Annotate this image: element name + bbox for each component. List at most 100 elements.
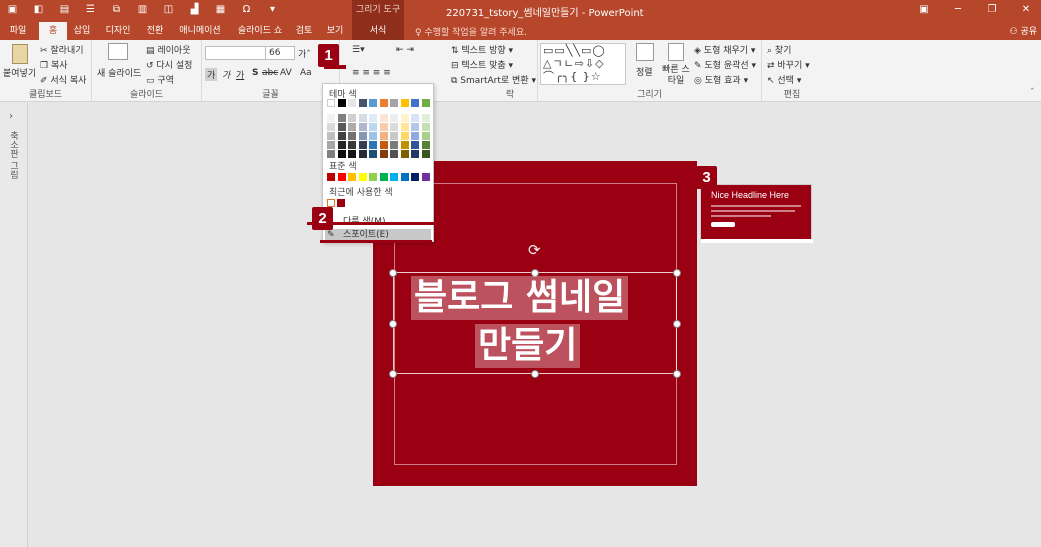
theme-color-swatch[interactable] — [369, 132, 377, 140]
grow-font-icon[interactable]: 가ˆ — [298, 47, 311, 60]
text-direction-button[interactable]: ⇅ 텍스트 방향 ▾ — [451, 43, 513, 56]
theme-color-swatch[interactable] — [411, 132, 419, 140]
close-icon[interactable]: ✕ — [1019, 3, 1033, 16]
standard-color-swatch[interactable] — [411, 173, 419, 181]
rotate-handle-icon[interactable]: ⟳ — [528, 241, 541, 259]
resize-handle[interactable] — [531, 370, 539, 378]
paste-icon[interactable] — [12, 44, 28, 64]
theme-color-swatch[interactable] — [358, 132, 367, 140]
theme-color-swatch[interactable] — [337, 132, 346, 140]
theme-color-swatch[interactable] — [421, 114, 430, 122]
theme-color-swatch[interactable] — [348, 123, 356, 131]
theme-color-swatch[interactable] — [421, 132, 430, 140]
find-button[interactable]: ⌕ 찾기 — [767, 43, 791, 56]
paste-button[interactable]: 붙여넣기 — [3, 66, 36, 79]
theme-color-swatch[interactable] — [327, 141, 335, 149]
select-button[interactable]: ↖ 선택 ▾ — [767, 73, 801, 86]
theme-color-swatch[interactable] — [348, 99, 356, 107]
resize-handle[interactable] — [673, 370, 681, 378]
arrange-icon[interactable] — [636, 43, 654, 61]
theme-color-swatch[interactable] — [379, 150, 388, 158]
change-case-button[interactable]: Aa — [300, 68, 312, 78]
bold-button[interactable]: 가 — [205, 68, 218, 81]
strikethrough-button[interactable]: abc — [262, 68, 278, 78]
theme-color-swatch[interactable] — [358, 99, 367, 107]
smartart-button[interactable]: ⧉ SmartArt로 변환 ▾ — [451, 73, 536, 86]
standard-color-swatch[interactable] — [400, 173, 409, 181]
new-slide-button[interactable]: 새 슬라이드 — [97, 66, 141, 79]
distribute-icon[interactable]: ⧉ — [110, 3, 123, 16]
theme-color-swatch[interactable] — [421, 123, 430, 131]
standard-color-swatch[interactable] — [390, 173, 398, 181]
char-spacing-button[interactable]: AV — [280, 68, 292, 78]
resize-handle[interactable] — [673, 320, 681, 328]
shapes-gallery[interactable]: ▭▭╲╲▭◯ △ㄱㄴ⇨⇩◇ ⌒╭╮{ }☆ — [540, 43, 626, 85]
resize-handle[interactable] — [673, 269, 681, 277]
theme-color-swatch[interactable] — [379, 141, 388, 149]
shape-fill-button[interactable]: ◈ 도형 채우기 ▾ — [694, 43, 755, 56]
resize-handle[interactable] — [389, 370, 397, 378]
theme-color-swatch[interactable] — [337, 99, 346, 107]
replace-button[interactable]: ⇄ 바꾸기 ▾ — [767, 58, 810, 71]
cut-button[interactable]: ✂ 잘라내기 — [40, 43, 84, 56]
shape-effects-button[interactable]: ◎ 도형 효과 ▾ — [694, 73, 748, 86]
theme-color-swatch[interactable] — [337, 123, 346, 131]
font-size-field[interactable]: 66 — [265, 46, 295, 60]
theme-color-swatch[interactable] — [390, 99, 398, 107]
tab-insert[interactable]: 삽입 — [70, 22, 94, 40]
format-painter-button[interactable]: ✐ 서식 복사 — [40, 73, 86, 86]
theme-color-swatch[interactable] — [369, 141, 377, 149]
theme-color-swatch[interactable] — [348, 114, 356, 122]
tab-animations[interactable]: 애니메이션 — [175, 22, 225, 40]
ribbon-display-icon[interactable]: ▣ — [917, 3, 931, 16]
recent-color-swatch[interactable] — [337, 199, 345, 207]
standard-color-swatch[interactable] — [348, 173, 356, 181]
shape-outline-button[interactable]: ✎ 도형 윤곽선 ▾ — [694, 58, 756, 71]
standard-color-swatch[interactable] — [379, 173, 388, 181]
tab-view[interactable]: 보기 — [323, 22, 347, 40]
thumbnail-pane[interactable]: › 축소판 그림 — [0, 103, 28, 547]
underline-button[interactable]: 가 — [236, 68, 244, 81]
theme-color-swatch[interactable] — [400, 132, 409, 140]
theme-color-swatch[interactable] — [327, 123, 335, 131]
tab-transitions[interactable]: 전환 — [141, 22, 169, 40]
tab-home[interactable]: 홈 — [39, 22, 67, 40]
theme-color-swatch[interactable] — [327, 114, 335, 122]
standard-color-swatch[interactable] — [327, 173, 335, 181]
quick-styles-icon[interactable] — [668, 43, 684, 61]
theme-color-swatch[interactable] — [400, 99, 409, 107]
standard-color-swatch[interactable] — [369, 173, 377, 181]
reset-button[interactable]: ↺ 다시 설정 — [146, 58, 192, 71]
theme-color-swatch[interactable] — [327, 150, 335, 158]
theme-color-swatch[interactable] — [390, 132, 398, 140]
shapes-icon[interactable]: ◧ — [32, 3, 45, 16]
theme-color-swatch[interactable] — [369, 99, 377, 107]
flip-icon[interactable]: ◫ — [162, 3, 175, 16]
indent-icon[interactable]: ⇤ ⇥ — [396, 45, 414, 55]
theme-color-swatch[interactable] — [379, 123, 388, 131]
shadow-button[interactable]: S — [252, 68, 258, 78]
theme-color-swatch[interactable] — [348, 132, 356, 140]
tab-slideshow[interactable]: 슬라이드 쇼 — [234, 22, 286, 40]
minimize-icon[interactable]: ─ — [951, 3, 965, 16]
theme-color-swatch[interactable] — [421, 99, 430, 107]
theme-color-swatch[interactable] — [411, 123, 419, 131]
standard-color-swatch[interactable] — [337, 173, 346, 181]
restore-icon[interactable]: ❐ — [985, 3, 999, 16]
theme-color-swatch[interactable] — [390, 114, 398, 122]
theme-color-swatch[interactable] — [379, 132, 388, 140]
resize-handle[interactable] — [389, 269, 397, 277]
standard-color-swatch[interactable] — [358, 173, 367, 181]
theme-color-swatch[interactable] — [400, 150, 409, 158]
tab-design[interactable]: 디자인 — [102, 22, 134, 40]
tab-review[interactable]: 검토 — [292, 22, 316, 40]
theme-color-swatch[interactable] — [348, 150, 356, 158]
theme-color-swatch[interactable] — [390, 123, 398, 131]
theme-color-swatch[interactable] — [411, 141, 419, 149]
tell-me-box[interactable]: ♀ 수행할 작업을 알려 주세요. — [415, 25, 527, 38]
symbol-icon[interactable]: Ω — [240, 3, 253, 16]
theme-color-swatch[interactable] — [337, 150, 346, 158]
italic-button[interactable]: 가 — [222, 68, 230, 81]
align-icon[interactable]: ≡ ≡ ≡ ≡ — [352, 68, 391, 78]
copy-button[interactable]: ❐ 복사 — [40, 58, 68, 71]
